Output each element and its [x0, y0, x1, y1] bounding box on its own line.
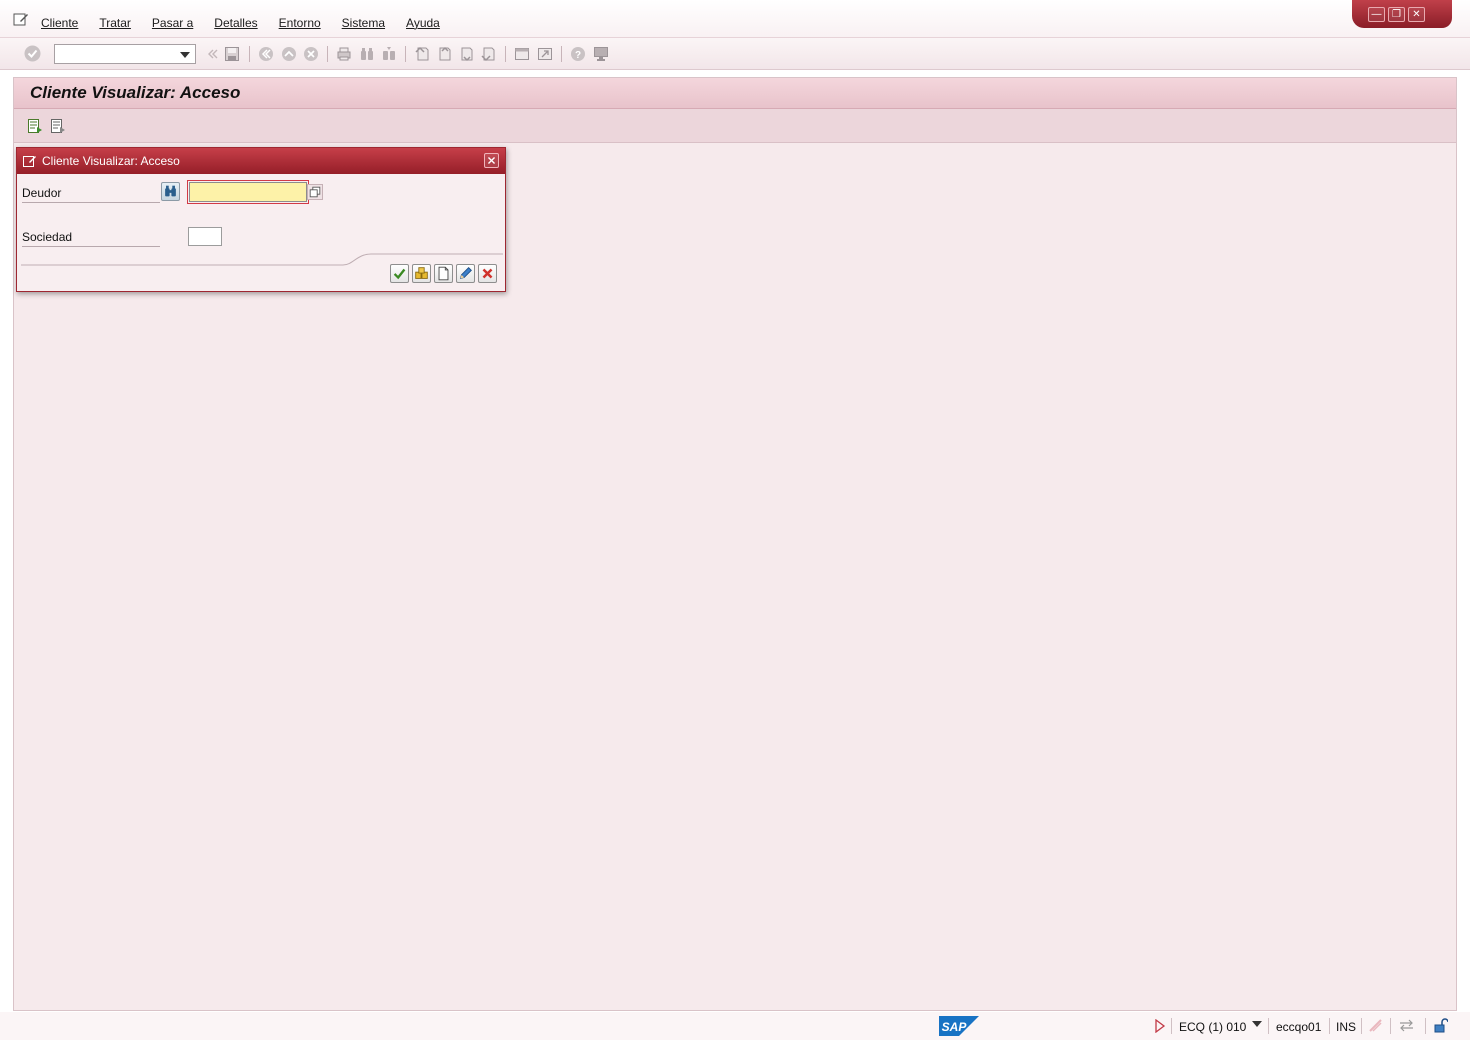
exit-icon[interactable]	[281, 46, 297, 62]
status-separator	[1390, 1018, 1391, 1034]
sociedad-input[interactable]	[188, 227, 222, 246]
menu-ayuda[interactable]: Ayuda	[406, 16, 440, 30]
window-controls: — ❐ ✕	[1352, 0, 1452, 28]
sociedad-label: Sociedad	[22, 230, 160, 247]
last-page-icon[interactable]	[480, 46, 496, 62]
multiple-selection-icon[interactable]	[307, 184, 323, 200]
page-title: Cliente Visualizar: Acceso	[30, 83, 241, 102]
new-session-icon[interactable]	[514, 46, 530, 62]
performance-icon[interactable]	[1368, 1018, 1383, 1033]
search-help-binoculars-icon[interactable]	[161, 182, 180, 201]
deudor-label: Deudor	[22, 186, 160, 203]
confirm-icon[interactable]	[390, 264, 409, 283]
menu-pasar-a[interactable]: Pasar a	[152, 16, 193, 30]
menu-sistema[interactable]: Sistema	[342, 16, 385, 30]
dialog-titlebar[interactable]: Cliente Visualizar: Acceso	[17, 148, 505, 174]
toolbar-separator	[327, 46, 328, 62]
find-next-icon[interactable]	[381, 46, 397, 62]
status-separator	[1268, 1018, 1269, 1034]
cancel-circle-icon[interactable]	[303, 46, 319, 62]
application-toolbar	[14, 109, 1456, 143]
svg-text:?: ?	[575, 50, 581, 61]
deudor-input[interactable]	[187, 180, 309, 204]
create-shortcut-icon[interactable]	[537, 46, 553, 62]
status-separator	[1425, 1018, 1426, 1034]
dialog-menu-icon[interactable]	[23, 154, 37, 167]
menu-bar: Cliente Tratar Pasar a Detalles Entorno …	[0, 0, 1470, 38]
sap-logo: SAP	[939, 1016, 979, 1036]
cancel-icon[interactable]	[478, 264, 497, 283]
menu-cliente[interactable]: Cliente	[41, 16, 78, 30]
execute-document-icon[interactable]	[50, 118, 66, 134]
chevron-down-icon[interactable]	[180, 52, 190, 58]
new-document-icon[interactable]	[434, 264, 453, 283]
customize-layout-icon[interactable]	[593, 46, 609, 62]
all-data-green-icon[interactable]	[27, 118, 43, 134]
previous-page-icon[interactable]	[436, 46, 452, 62]
status-separator	[1361, 1018, 1362, 1034]
svg-text:SAP: SAP	[942, 1020, 968, 1034]
status-bar: SAP ECQ (1) 010 eccqo01 INS	[0, 1012, 1470, 1040]
menu-entorno[interactable]: Entorno	[279, 16, 321, 30]
toolbar-separator	[561, 46, 562, 62]
status-separator	[1329, 1018, 1330, 1034]
user-name: eccqo01	[1276, 1020, 1322, 1034]
find-binoculars-icon[interactable]	[359, 46, 375, 62]
access-dialog: Cliente Visualizar: Acceso Deudor Socied…	[16, 147, 506, 292]
lock-icon[interactable]	[1433, 1018, 1448, 1033]
toolbar-separator	[249, 46, 250, 62]
dialog-title: Cliente Visualizar: Acceso	[42, 154, 180, 168]
menu-tratar[interactable]: Tratar	[99, 16, 131, 30]
close-icon[interactable]	[484, 153, 499, 168]
standard-toolbar: ?	[0, 38, 1470, 70]
application-menu-icon[interactable]	[13, 12, 29, 26]
status-expand-icon[interactable]	[1154, 1019, 1166, 1033]
title-bar: Cliente Visualizar: Acceso	[14, 78, 1456, 109]
enter-check-icon[interactable]	[24, 45, 41, 62]
print-icon[interactable]	[336, 46, 352, 62]
minimize-icon[interactable]: —	[1368, 6, 1385, 22]
insert-mode[interactable]: INS	[1336, 1020, 1356, 1034]
all-data-icon[interactable]	[412, 264, 431, 283]
restore-icon[interactable]: ❐	[1388, 6, 1405, 22]
first-page-icon[interactable]	[414, 46, 430, 62]
status-separator	[1171, 1018, 1172, 1034]
chevron-down-icon[interactable]	[1252, 1021, 1262, 1027]
connection-arrows-icon[interactable]	[1399, 1018, 1414, 1033]
close-window-icon[interactable]: ✕	[1408, 6, 1425, 22]
save-icon[interactable]	[224, 46, 240, 62]
command-field[interactable]	[54, 44, 196, 64]
back-icon[interactable]	[258, 46, 274, 62]
menu-items: Cliente Tratar Pasar a Detalles Entorno …	[41, 16, 461, 30]
dialog-divider	[21, 253, 503, 266]
toolbar-separator	[505, 46, 506, 62]
help-icon[interactable]: ?	[570, 46, 586, 62]
next-page-icon[interactable]	[458, 46, 474, 62]
back-double-chevron-icon[interactable]	[204, 46, 220, 62]
system-info[interactable]: ECQ (1) 010	[1179, 1020, 1246, 1034]
menu-detalles[interactable]: Detalles	[214, 16, 257, 30]
toolbar-separator	[405, 46, 406, 62]
edit-pencil-icon[interactable]	[456, 264, 475, 283]
